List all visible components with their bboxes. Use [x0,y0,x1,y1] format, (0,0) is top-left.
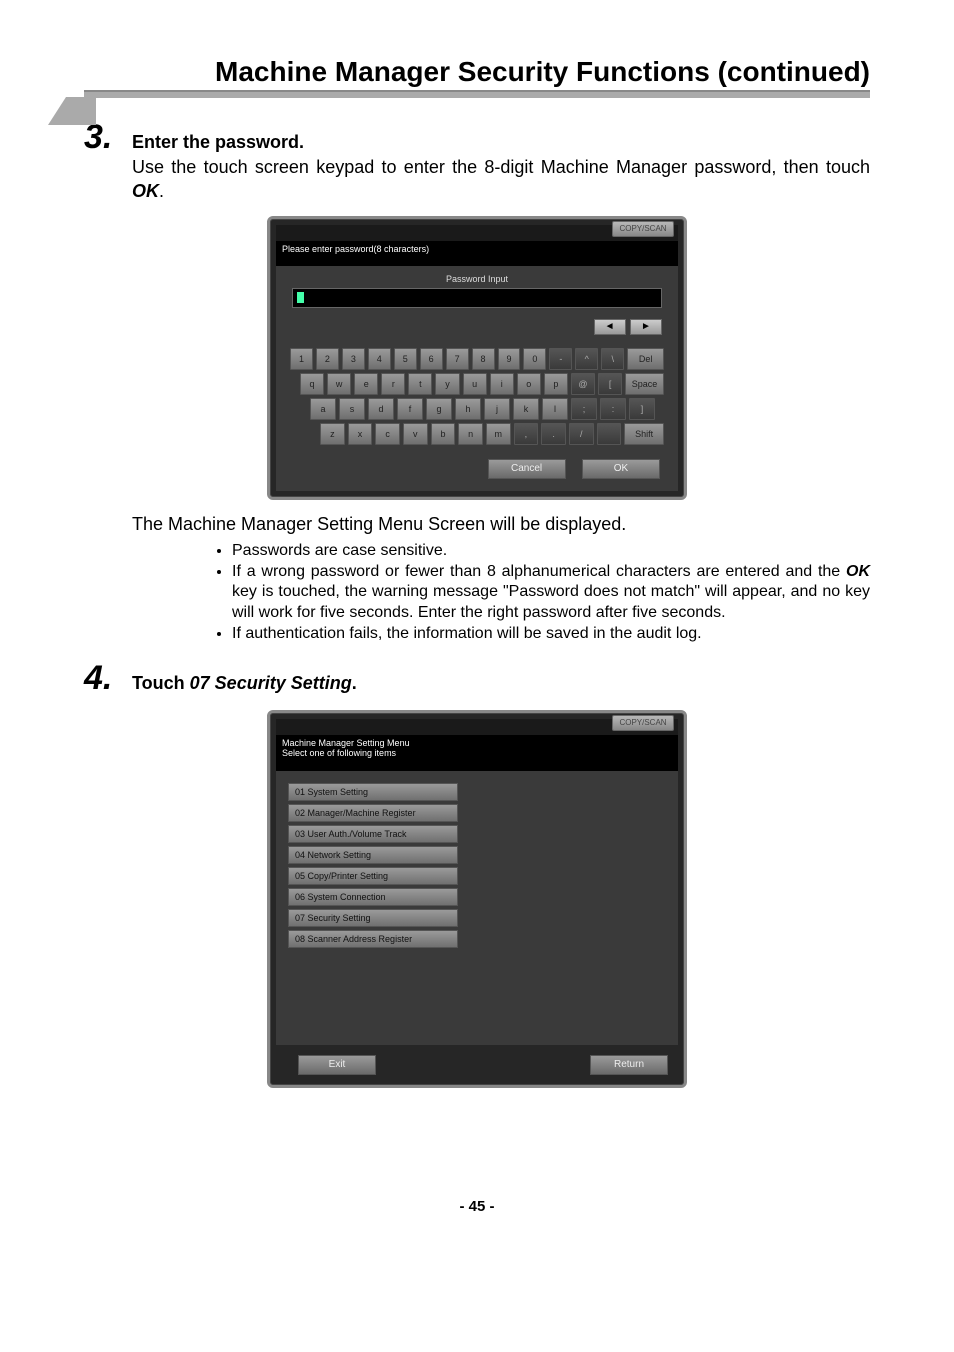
key-rbracket[interactable]: ] [629,398,655,420]
key-b[interactable]: b [431,423,456,445]
bullet2-a: If a wrong password or fewer than 8 alph… [232,563,846,580]
key-d[interactable]: d [368,398,394,420]
bullet2-ok: OK [846,563,870,580]
password-screen: COPY/SCAN Please enter password(8 charac… [267,216,687,501]
key-8[interactable]: 8 [472,348,495,370]
key-9[interactable]: 9 [498,348,521,370]
key-n[interactable]: n [458,423,483,445]
key-i[interactable]: i [490,373,514,395]
key-t[interactable]: t [408,373,432,395]
key-period[interactable]: . [541,423,566,445]
step4-heading-c: . [352,673,357,693]
password-panel-title: Password Input [284,274,670,284]
arrow-left-button[interactable]: ◄ [594,319,626,335]
key-2[interactable]: 2 [316,348,339,370]
arrow-right-button[interactable]: ► [630,319,662,335]
password-prompt: Please enter password(8 characters) [276,241,678,267]
menu-item-manager-register[interactable]: 02 Manager/Machine Register [288,804,458,822]
cancel-button[interactable]: Cancel [488,459,566,479]
key-semicolon[interactable]: ; [571,398,597,420]
key-h[interactable]: h [455,398,481,420]
exit-button[interactable]: Exit [298,1055,376,1075]
key-y[interactable]: y [435,373,459,395]
cursor-icon [297,292,304,303]
key-u[interactable]: u [463,373,487,395]
menu-title-line2: Select one of following items [282,749,672,759]
key-5[interactable]: 5 [394,348,417,370]
step3-text-before: Use the touch screen keypad to enter the… [132,157,870,177]
key-caret[interactable]: ^ [575,348,598,370]
key-f[interactable]: f [397,398,423,420]
key-s[interactable]: s [339,398,365,420]
copy-scan-tab[interactable]: COPY/SCAN [612,715,674,731]
step3-text: Use the touch screen keypad to enter the… [132,155,870,204]
step3-ok-ref: OK [132,181,159,201]
key-x[interactable]: x [348,423,373,445]
key-j[interactable]: j [484,398,510,420]
key-blank[interactable] [597,423,622,445]
step4-heading-a: Touch [132,673,190,693]
key-l[interactable]: l [542,398,568,420]
key-1[interactable]: 1 [290,348,313,370]
menu-item-scanner-address[interactable]: 08 Scanner Address Register [288,930,458,948]
key-p[interactable]: p [544,373,568,395]
step3-heading: Enter the password. [132,132,870,153]
key-e[interactable]: e [354,373,378,395]
key-a[interactable]: a [310,398,336,420]
onscreen-keyboard: 1 2 3 4 5 6 7 8 9 0 - ^ \ [284,346,670,450]
key-o[interactable]: o [517,373,541,395]
key-7[interactable]: 7 [446,348,469,370]
bullet-wrong-password: If a wrong password or fewer than 8 alph… [232,562,870,624]
menu-item-system-setting[interactable]: 01 System Setting [288,783,458,801]
step3-after-img-text: The Machine Manager Setting Menu Screen … [132,512,870,536]
step4-heading-b: 07 Security Setting [190,673,352,693]
bullet-passwords-case-sensitive: Passwords are case sensitive. [232,541,870,562]
page-number: - 45 - [84,1198,870,1215]
menu-item-security-setting[interactable]: 07 Security Setting [288,909,458,927]
key-slash[interactable]: / [569,423,594,445]
key-k[interactable]: k [513,398,539,420]
key-g[interactable]: g [426,398,452,420]
key-shift[interactable]: Shift [624,423,664,445]
key-v[interactable]: v [403,423,428,445]
copy-scan-tab[interactable]: COPY/SCAN [612,221,674,237]
key-c[interactable]: c [375,423,400,445]
return-button[interactable]: Return [590,1055,668,1075]
step4-heading: Touch 07 Security Setting. [132,673,870,694]
key-z[interactable]: z [320,423,345,445]
key-space[interactable]: Space [625,373,664,395]
key-colon[interactable]: : [600,398,626,420]
key-3[interactable]: 3 [342,348,365,370]
bullet2-b: key is touched, the warning message "Pas… [232,583,870,621]
key-0[interactable]: 0 [523,348,546,370]
key-lbracket[interactable]: [ [598,373,622,395]
key-r[interactable]: r [381,373,405,395]
key-m[interactable]: m [486,423,511,445]
key-at[interactable]: @ [571,373,595,395]
key-4[interactable]: 4 [368,348,391,370]
menu-header: Machine Manager Setting Menu Select one … [276,735,678,771]
step3-text-after: . [159,181,164,201]
step4-number: 4. [84,659,132,698]
menu-item-system-connection[interactable]: 06 System Connection [288,888,458,906]
menu-screen: COPY/SCAN Machine Manager Setting Menu S… [267,710,687,1088]
key-q[interactable]: q [300,373,324,395]
key-comma[interactable]: , [514,423,539,445]
ok-button[interactable]: OK [582,459,660,479]
bullet-auth-fail-log: If authentication fails, the information… [232,624,870,645]
key-6[interactable]: 6 [420,348,443,370]
key-del[interactable]: Del [627,348,664,370]
page-header-title: Machine Manager Security Functions (cont… [84,56,870,90]
key-backslash[interactable]: \ [601,348,624,370]
key-w[interactable]: w [327,373,351,395]
menu-item-network-setting[interactable]: 04 Network Setting [288,846,458,864]
menu-item-user-auth[interactable]: 03 User Auth./Volume Track [288,825,458,843]
password-input[interactable] [292,288,662,308]
menu-item-copy-printer[interactable]: 05 Copy/Printer Setting [288,867,458,885]
key-minus[interactable]: - [549,348,572,370]
header-rule-decoration [84,90,870,98]
